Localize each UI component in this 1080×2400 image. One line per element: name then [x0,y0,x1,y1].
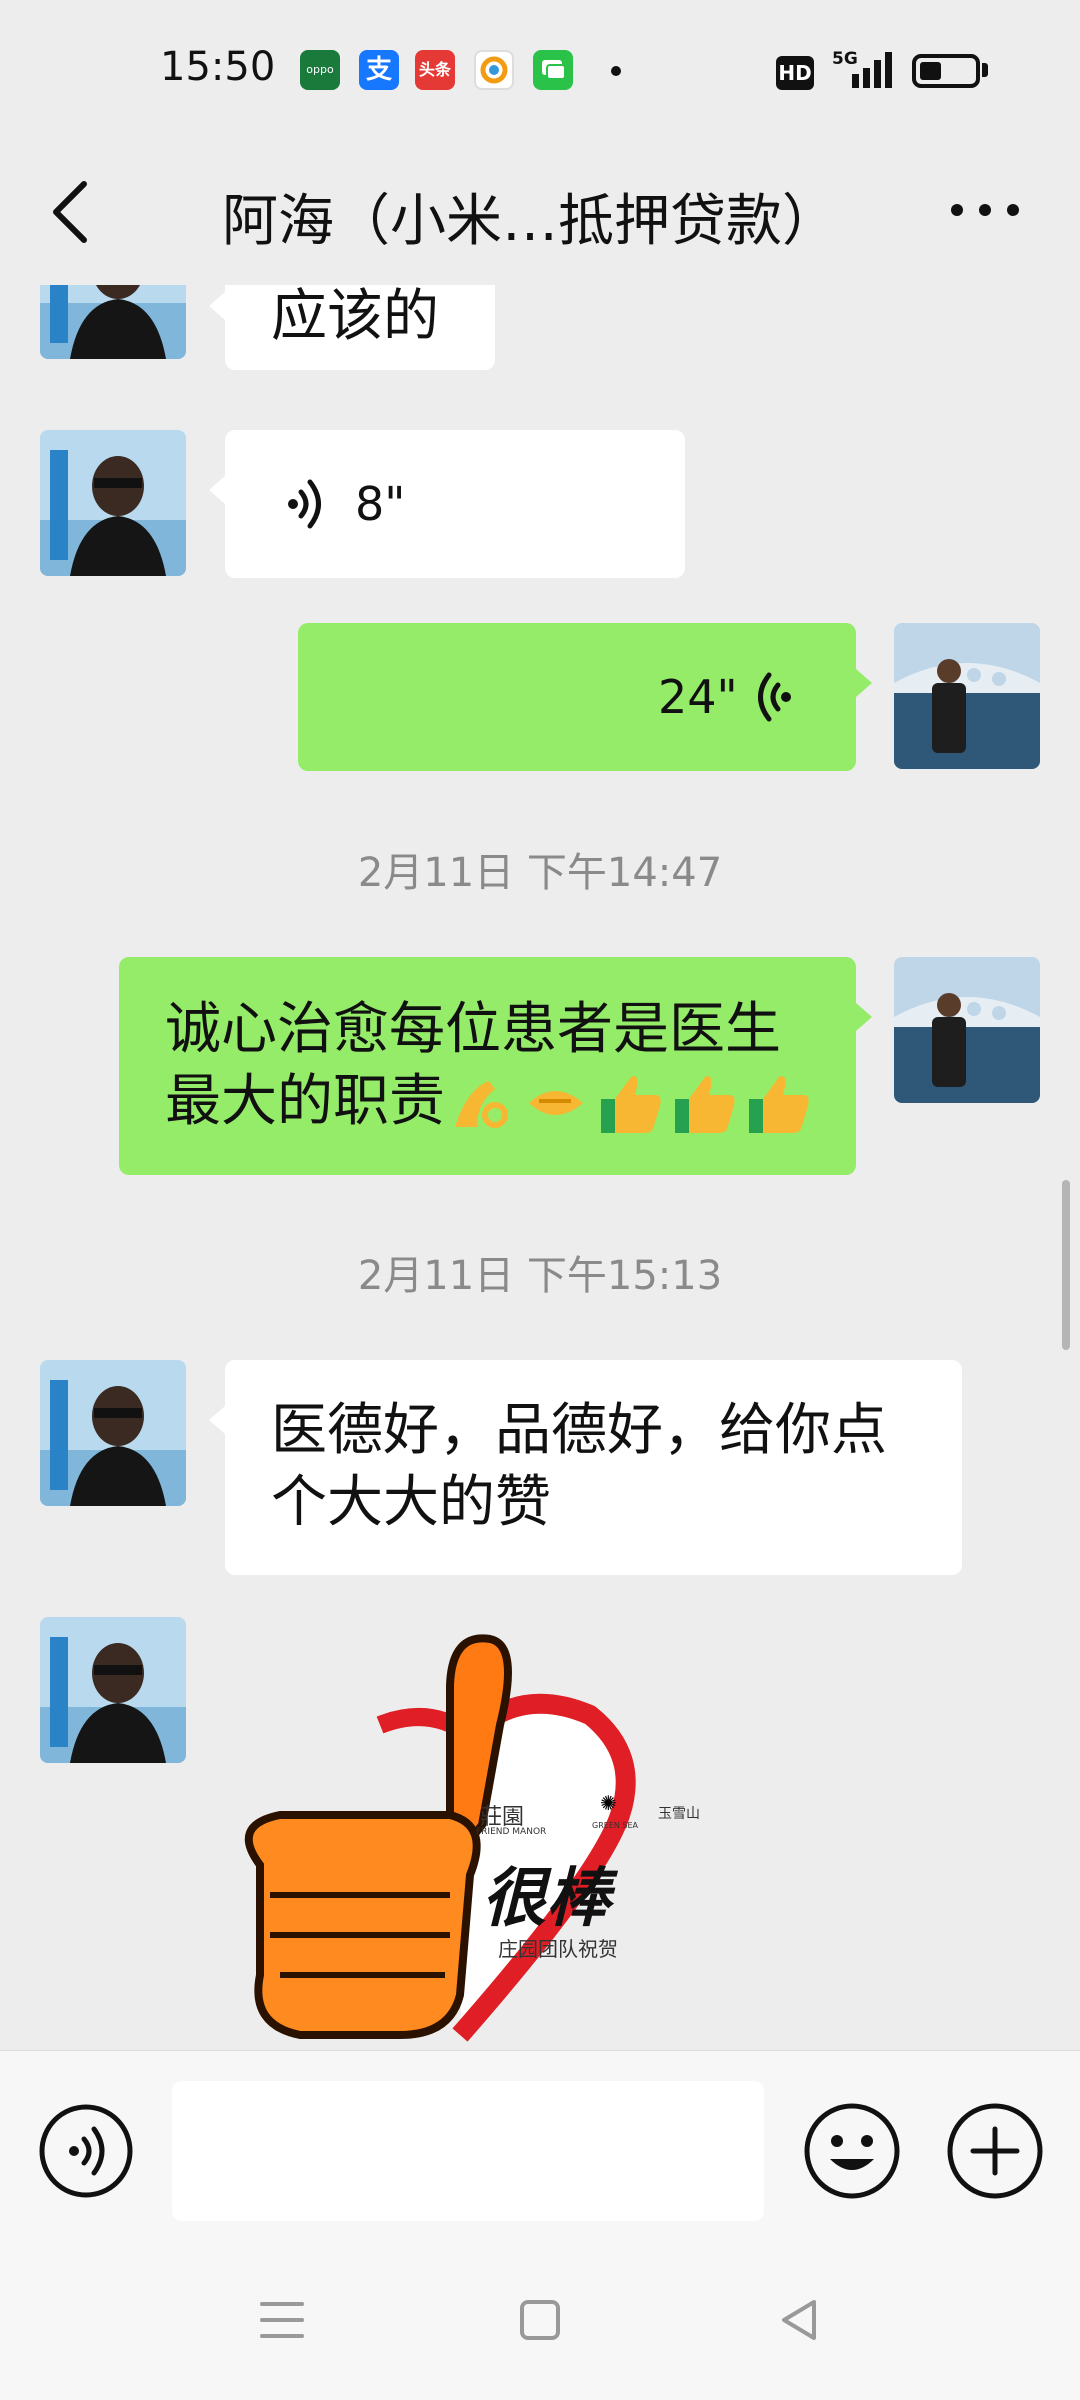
status-bar: 15:50 oppo 支 头条 HD 5G [0,0,1080,140]
message-bubble-incoming[interactable]: 应该的 [209,285,495,370]
voice-message-outgoing[interactable]: 24" [298,623,872,771]
home-button[interactable] [510,2290,570,2350]
message-bubble-incoming[interactable]: 医德好，品德好，给你点 个大大的赞 [209,1360,962,1575]
voice-input-button[interactable] [38,2103,134,2199]
ok-hand-icon [455,1081,508,1128]
scrollbar[interactable] [1062,1180,1070,1350]
voice-wave-icon [288,479,321,529]
battery-tip [982,63,988,77]
battery-icon [912,54,980,88]
thumbs-up-icon [601,1076,661,1133]
chat-title: 阿海（小米…抵押贷款） [222,189,838,254]
signal-icon: 5G [830,48,900,96]
contact-avatar[interactable] [40,430,186,576]
message-list[interactable]: 应该的 8" 24" 2月11日 下午14:47 诚心治愈每位患者是医生 最大的… [0,285,1080,2050]
handshake-icon [529,1091,583,1115]
timestamp: 2月11日 下午14:47 [357,850,723,896]
my-avatar[interactable] [894,957,1040,1103]
ai-app-icon [474,50,514,90]
my-avatar[interactable] [894,623,1040,769]
toutiao-icon: 头条 [415,50,455,90]
contact-avatar[interactable] [40,285,186,359]
menu-button[interactable] [252,2290,312,2350]
voice-wave-icon [758,672,791,722]
message-bubble-outgoing[interactable]: 诚心治愈每位患者是医生 最大的职责 [119,957,872,1175]
plus-circle-icon [947,2103,1043,2199]
hd-icon: HD [776,56,814,90]
voice-duration: 8" [355,477,406,531]
alipay-icon: 支 [359,50,399,90]
chat-app-icon [533,50,573,90]
sticker-main-text: 很棒 [482,1861,610,1936]
sticker-message[interactable]: 莊園 FRIEND MANOR ✺ GREEN SEA 玉雪山 很棒 庄园团队祝… [220,1615,760,2050]
emoji-button[interactable] [802,2101,902,2201]
chat-header: 阿海（小米…抵押贷款） [0,140,1080,285]
menu-icon [260,2302,304,2338]
sticker-mountain-text: 玉雪山 [658,1806,700,1822]
more-functions-button[interactable] [945,2101,1045,2201]
more-icon [951,204,1019,216]
system-nav-bar [0,2250,1080,2400]
message-text-line1: 诚心治愈每位患者是医生 [165,997,781,1062]
voice-message-incoming[interactable]: 8" [209,430,685,578]
input-bar [0,2050,1080,2251]
back-nav-button[interactable] [770,2290,830,2350]
back-button[interactable] [40,172,120,252]
voice-duration: 24" [658,670,738,724]
smiley-icon [804,2103,900,2199]
status-time: 15:50 [160,44,276,90]
square-icon [520,2300,560,2340]
timestamp: 2月11日 下午15:13 [357,1253,723,1299]
message-text-line2: 个大大的赞 [271,1470,551,1535]
network-type: 5G [832,49,858,69]
voice-icon [39,2104,133,2198]
triangle-back-icon [782,2300,816,2340]
chevron-left-icon [53,181,87,243]
message-text: 应该的 [271,285,439,349]
thumbs-up-icon [749,1076,809,1133]
sticker-caption: 庄园团队祝贺 [498,1937,618,1961]
thumbs-up-icon [675,1076,735,1133]
message-input[interactable] [172,2081,764,2221]
sticker-logo-icon: ✺ [600,1791,617,1815]
message-text-line2: 最大的职责 [165,1069,445,1134]
notification-dot-icon [611,66,621,76]
more-options-button[interactable] [940,180,1030,240]
contact-avatar[interactable] [40,1617,186,1763]
emoji-row [447,1069,827,1139]
sticker-brand-en: FRIEND MANOR [476,1827,547,1837]
oppo-icon: oppo [300,50,340,90]
sticker-logo-text: GREEN SEA [592,1821,638,1830]
contact-avatar[interactable] [40,1360,186,1506]
message-text-line1: 医德好，品德好，给你点 [271,1398,887,1463]
